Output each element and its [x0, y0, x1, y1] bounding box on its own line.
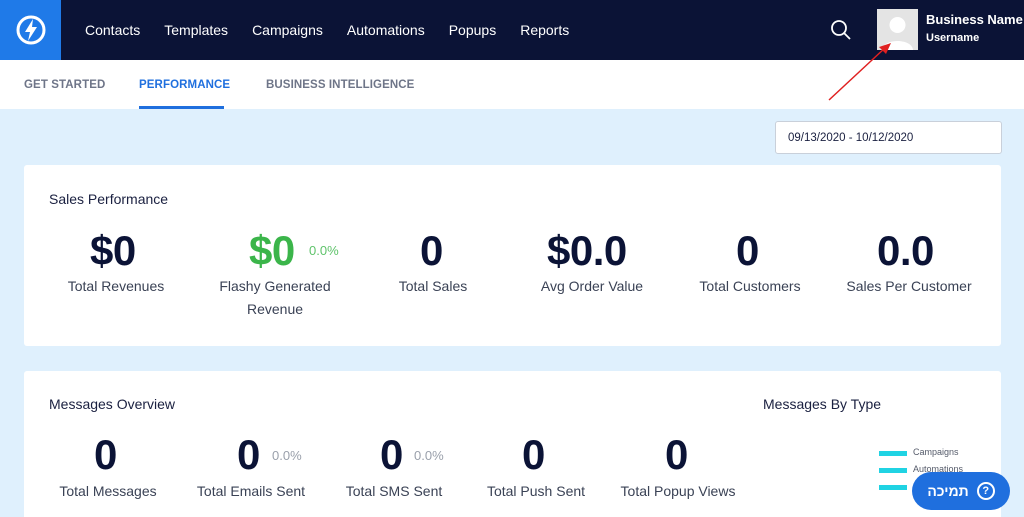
nav-contacts[interactable]: Contacts	[73, 22, 152, 38]
nav-campaigns[interactable]: Campaigns	[240, 22, 335, 38]
popup-views-label: Total Popup Views	[620, 483, 736, 499]
sales-performance-card: Sales Performance $0 Total Revenues $0 0…	[24, 165, 1001, 346]
date-range-picker[interactable]: 09/13/2020 - 10/12/2020	[775, 121, 1002, 154]
avatar[interactable]	[877, 9, 918, 50]
sub-tabs: GET STARTED PERFORMANCE BUSINESS INTELLI…	[0, 60, 1024, 109]
nav-popups[interactable]: Popups	[437, 22, 508, 38]
total-sales-value: 0	[420, 227, 443, 274]
legend-campaigns: Campaigns	[913, 447, 959, 457]
push-sent-value: 0	[522, 431, 545, 478]
nav-automations[interactable]: Automations	[335, 22, 437, 38]
card-title: Messages Overview	[49, 396, 176, 412]
total-customers-value: 0	[736, 227, 759, 274]
popup-views-value: 0	[665, 431, 688, 478]
emails-sent-pct: 0.0%	[272, 448, 302, 463]
sms-sent-pct: 0.0%	[414, 448, 444, 463]
search-icon[interactable]	[830, 19, 852, 41]
active-tab-indicator	[139, 106, 224, 109]
nav-templates[interactable]: Templates	[152, 22, 240, 38]
total-messages-label: Total Messages	[59, 483, 157, 499]
support-label: תמיכה	[927, 483, 969, 499]
card-title: Sales Performance	[49, 191, 169, 207]
flashy-revenue-label-line1: Flashy Generated	[219, 278, 331, 294]
total-customers-label: Total Customers	[699, 278, 801, 294]
messages-by-type-title: Messages By Type	[763, 396, 882, 412]
avg-order-value: $0.0	[547, 227, 627, 274]
sms-sent-value: 0	[380, 431, 403, 478]
tab-business-intelligence[interactable]: BUSINESS INTELLIGENCE	[266, 79, 414, 91]
lightning-icon	[16, 15, 45, 45]
username[interactable]: Username	[926, 32, 979, 44]
avg-order-label: Avg Order Value	[540, 278, 644, 294]
flashy-revenue-value: $0	[249, 227, 295, 274]
push-sent-label: Total Push Sent	[486, 483, 586, 499]
flashy-logo[interactable]	[0, 0, 61, 60]
user-placeholder-icon	[877, 9, 918, 50]
emails-sent-label: Total Emails Sent	[196, 483, 306, 499]
legend-swatch-campaigns	[879, 451, 907, 456]
help-icon: ?	[976, 482, 995, 500]
top-navbar: Contacts Templates Campaigns Automations…	[0, 0, 1024, 60]
flashy-revenue-pct: 0.0%	[309, 243, 339, 258]
legend-swatch-3	[879, 485, 907, 490]
messages-overview-card: Messages Overview Messages By Type 0 Tot…	[24, 371, 1001, 517]
main-nav: Contacts Templates Campaigns Automations…	[73, 0, 581, 60]
tab-get-started[interactable]: GET STARTED	[24, 79, 105, 91]
total-revenues-label: Total Revenues	[67, 278, 165, 294]
emails-sent-value: 0	[237, 431, 260, 478]
business-name[interactable]: Business Name	[926, 12, 1023, 27]
sales-per-customer-value: 0.0	[877, 227, 934, 274]
total-revenues-value: $0	[90, 227, 136, 274]
total-sales-label: Total Sales	[398, 278, 468, 294]
sms-sent-label: Total SMS Sent	[345, 483, 443, 499]
tab-performance[interactable]: PERFORMANCE	[139, 79, 230, 91]
sales-per-customer-label: Sales Per Customer	[846, 278, 972, 294]
nav-reports[interactable]: Reports	[508, 22, 581, 38]
legend-swatch-automations	[879, 468, 907, 473]
total-messages-value: 0	[94, 431, 117, 478]
flashy-revenue-label-line2: Revenue	[246, 301, 304, 317]
support-button[interactable]: תמיכה ?	[912, 472, 1010, 510]
